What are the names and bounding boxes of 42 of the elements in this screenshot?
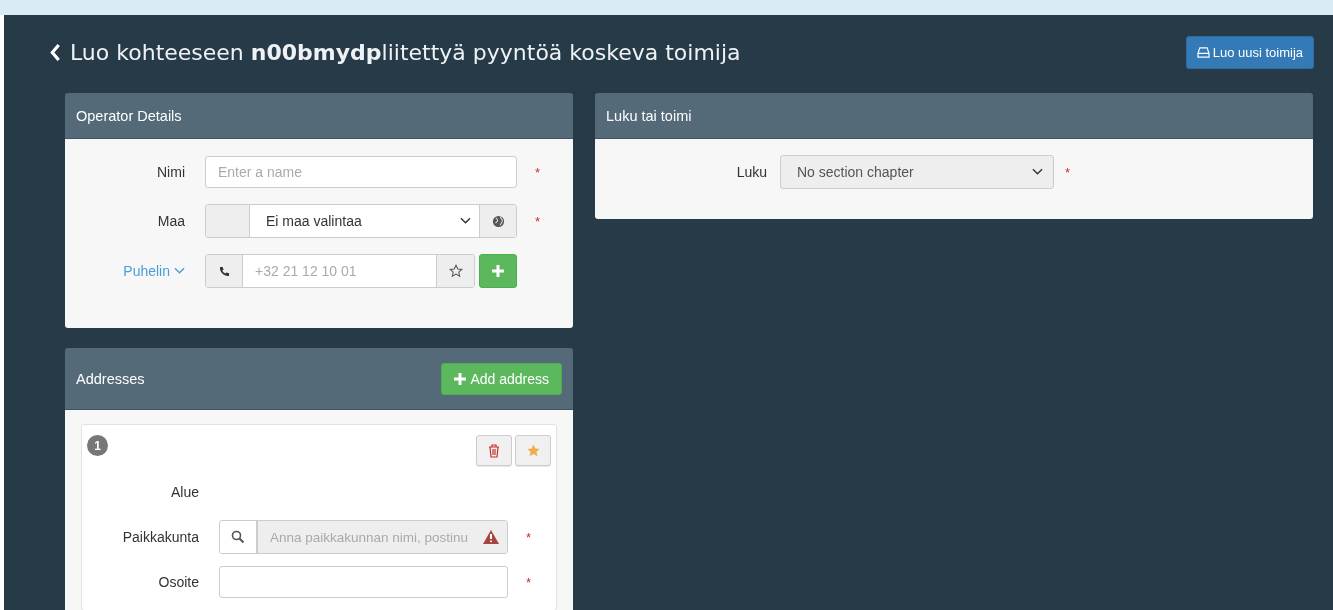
chevron-down-icon (174, 267, 185, 275)
plus-icon (454, 372, 467, 385)
field-label: Alue (169, 484, 199, 500)
trash-icon (488, 443, 500, 458)
globe-icon (491, 214, 505, 228)
chevron-down-icon (1032, 168, 1043, 176)
panel-title: Operator Details (76, 107, 182, 124)
star-outline-icon (448, 264, 463, 278)
chevron-down-icon (460, 217, 471, 225)
required-asterisk: * (526, 574, 533, 590)
required-asterisk: * (1065, 164, 1072, 180)
favorite-button[interactable] (436, 255, 474, 287)
field-label: Luku (735, 164, 767, 180)
field-label: Maa (156, 213, 185, 229)
chevron-left-icon[interactable] (50, 44, 61, 61)
chapter-select[interactable]: No section chapter (780, 155, 1054, 189)
create-operator-button[interactable]: Luo uusi toimija (1185, 36, 1314, 69)
field-label: Osoite (157, 574, 199, 590)
location-input: Anna paikkakunnan nimi, postinu (257, 521, 507, 553)
primary-star-button[interactable] (515, 435, 551, 466)
required-asterisk: * (535, 213, 542, 229)
panel-title: Luku tai toimi (606, 107, 692, 124)
star-icon (525, 443, 541, 458)
required-asterisk: * (535, 164, 542, 180)
panel-title: Addresses (76, 370, 145, 387)
field-label: Nimi (156, 164, 185, 180)
number-badge: 1 (87, 435, 108, 456)
field-label: Paikkakunta (121, 529, 199, 545)
warning-icon (483, 530, 499, 544)
search-icon (231, 530, 245, 544)
delete-button[interactable] (476, 435, 512, 466)
phone-field[interactable]: +32 21 12 10 01 (205, 254, 475, 288)
page-title: Luo kohteeseen n00bmydpliitettyä pyyntöä koskeva toimija (50, 40, 741, 65)
plus-icon (492, 265, 504, 277)
phone-icon (218, 265, 230, 277)
text-input[interactable]: Enter a name (205, 156, 517, 188)
add-address-button[interactable]: Add address (441, 362, 562, 395)
hard-drive-icon (1196, 47, 1210, 58)
phone-type-dropdown[interactable]: Puhelin (65, 263, 185, 279)
required-asterisk: * (526, 529, 533, 545)
text-input[interactable] (219, 566, 508, 598)
add-phone-button[interactable] (479, 254, 517, 288)
